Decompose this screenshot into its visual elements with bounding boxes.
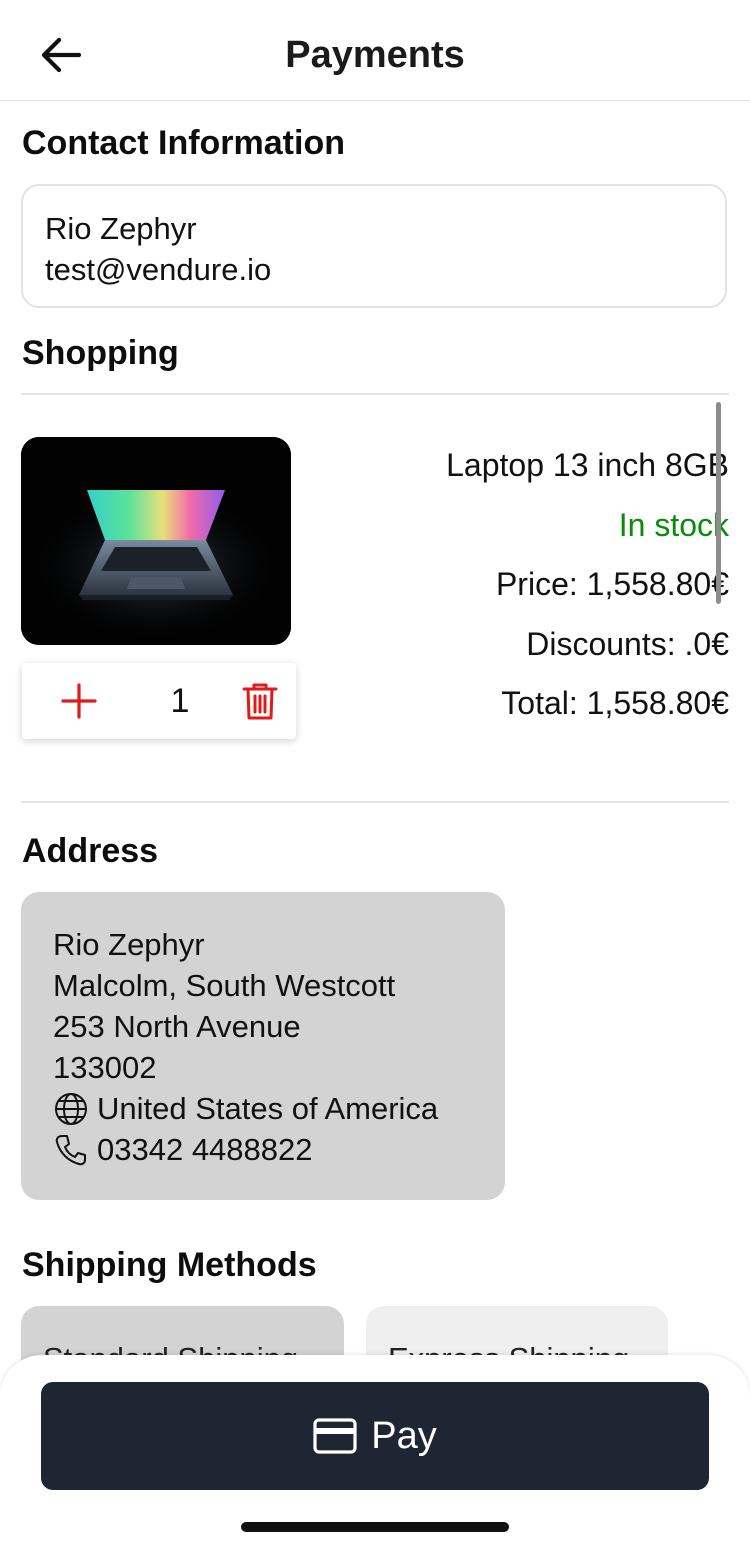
credit-card-icon	[313, 1418, 357, 1454]
contact-email: test@vendure.io	[45, 252, 272, 287]
shopping-heading: Shopping	[22, 334, 179, 372]
bottom-sheet: Pay	[0, 1355, 750, 1548]
globe-icon	[53, 1091, 89, 1127]
address-country: United States of America	[97, 1091, 439, 1126]
contact-name: Rio Zephyr	[45, 211, 197, 246]
address-line1: Malcolm, South Westcott	[53, 968, 396, 1003]
address-country-row: United States of America	[53, 1088, 473, 1129]
address-phone-row: 03342 4488822	[53, 1129, 473, 1170]
address-name: Rio Zephyr	[53, 927, 205, 962]
pay-button[interactable]: Pay	[41, 1382, 709, 1490]
shipping-methods-heading: Shipping Methods	[22, 1246, 317, 1284]
address-heading: Address	[22, 832, 159, 870]
pay-label: Pay	[371, 1415, 437, 1457]
address-postal: 133002	[53, 1050, 157, 1085]
quantity-stepper: 1	[22, 663, 296, 739]
page-title: Payments	[285, 34, 465, 76]
address-phone: 03342 4488822	[97, 1132, 313, 1167]
contact-card: Rio Zephyr test@vendure.io	[21, 184, 727, 308]
app-header: Payments	[0, 0, 750, 101]
home-indicator[interactable]	[241, 1522, 509, 1532]
product-total: Total: 1,558.80€	[501, 685, 729, 721]
product-price: Price: 1,558.80€	[495, 566, 729, 602]
divider	[21, 801, 729, 803]
divider	[21, 393, 729, 395]
contact-heading: Contact Information	[22, 124, 345, 162]
plus-icon[interactable]	[59, 681, 99, 721]
product-discounts: Discounts: .0€	[526, 625, 729, 662]
address-line2: 253 North Avenue	[53, 1009, 301, 1044]
stock-status: In stock	[618, 506, 729, 543]
quantity-value: 1	[170, 682, 190, 720]
phone-icon	[53, 1132, 89, 1168]
product-name: Laptop 13 inch 8GB	[446, 447, 729, 483]
trash-icon[interactable]	[240, 680, 280, 722]
scrollbar[interactable]	[716, 402, 721, 604]
product-image	[21, 437, 291, 645]
address-card[interactable]: Rio Zephyr Malcolm, South Westcott 253 N…	[21, 892, 505, 1200]
product-details: Laptop 13 inch 8GB In stock Price: 1,558…	[446, 436, 729, 734]
